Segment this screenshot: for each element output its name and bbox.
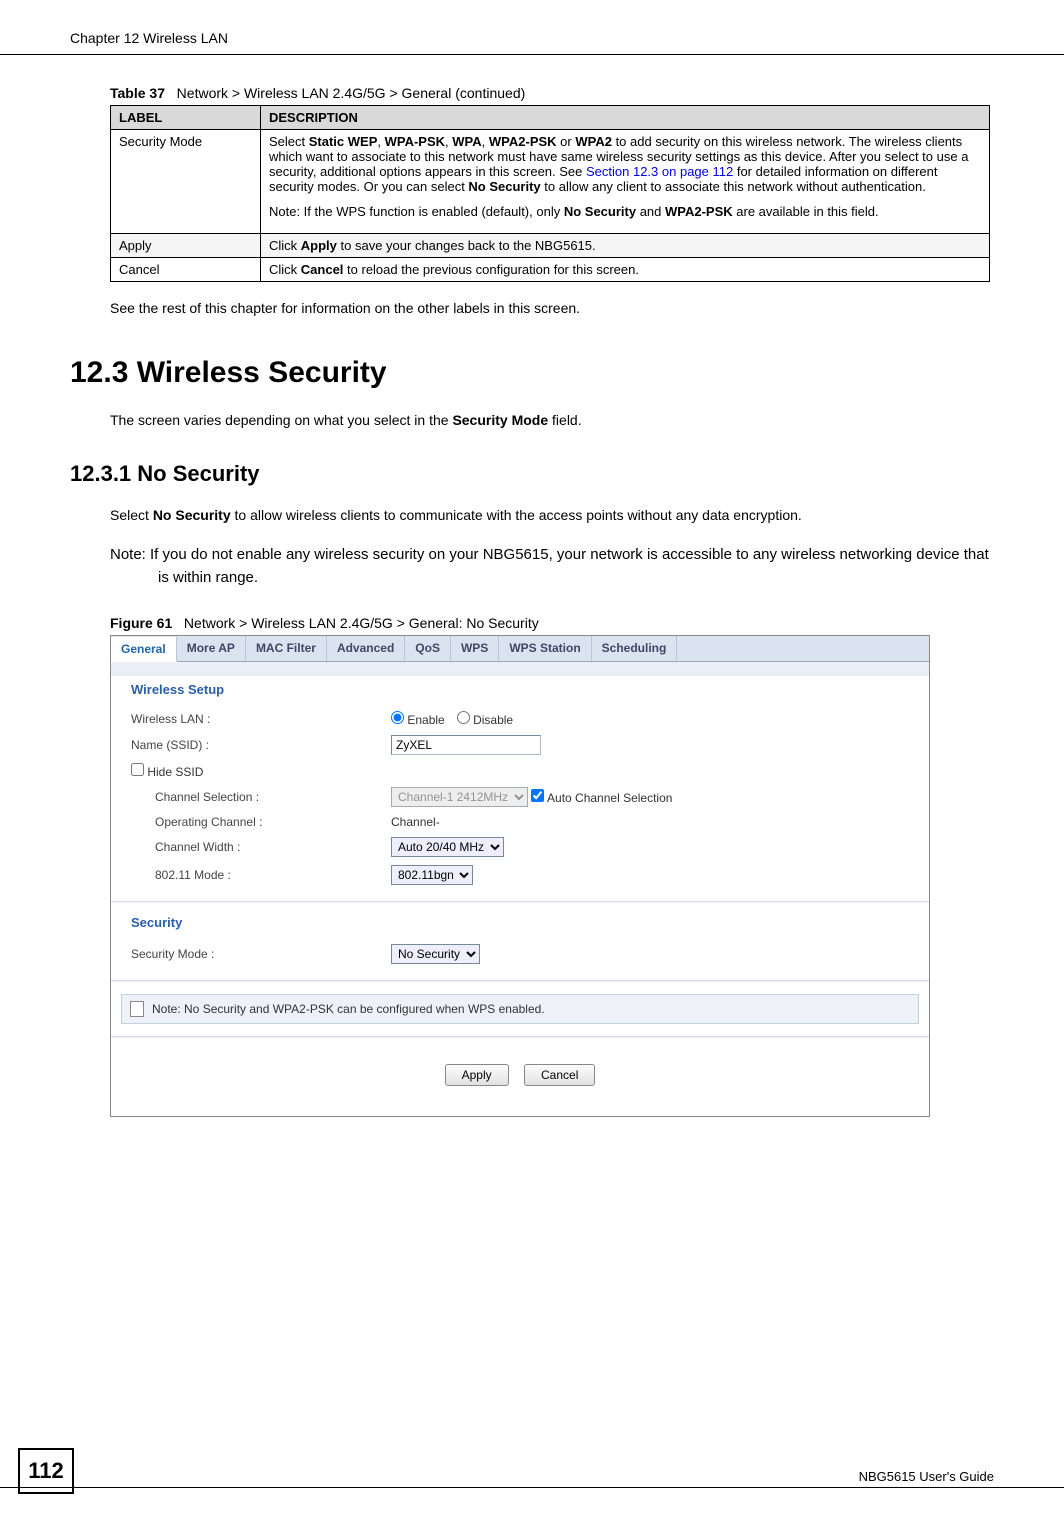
table-37: LABEL DESCRIPTION Security Mode Select S… bbox=[110, 105, 990, 282]
note-paragraph: Note: If you do not enable any wireless … bbox=[110, 544, 994, 589]
tab-mac-filter[interactable]: MAC Filter bbox=[246, 636, 327, 661]
table-row: Cancel Click Cancel to reload the previo… bbox=[111, 258, 990, 282]
auto-channel-checkbox[interactable]: Auto Channel Selection bbox=[531, 789, 672, 805]
apply-button[interactable]: Apply bbox=[445, 1064, 509, 1086]
subsection-para: Select No Security to allow wireless cli… bbox=[110, 505, 994, 526]
table-caption-prefix: Table 37 bbox=[110, 85, 165, 101]
wlan-label: Wireless LAN : bbox=[131, 712, 391, 726]
operating-channel-value: Channel- bbox=[391, 815, 440, 829]
divider bbox=[111, 901, 929, 903]
security-title: Security bbox=[131, 915, 909, 930]
cell-label: Security Mode bbox=[111, 130, 261, 234]
hide-ssid-input[interactable] bbox=[131, 763, 144, 776]
table-row: Apply Click Apply to save your changes b… bbox=[111, 234, 990, 258]
tab-bar: General More AP MAC Filter Advanced QoS … bbox=[111, 636, 929, 662]
cell-label: Apply bbox=[111, 234, 261, 258]
section-link[interactable]: Section 12.3 on page 112 bbox=[586, 164, 733, 179]
channel-width-label: Channel Width : bbox=[155, 840, 391, 854]
page-footer: 112 NBG5615 User's Guide bbox=[0, 1487, 1064, 1494]
guide-name: NBG5615 User's Guide bbox=[859, 1469, 994, 1484]
wireless-setup-title: Wireless Setup bbox=[131, 682, 909, 697]
tab-wps[interactable]: WPS bbox=[451, 636, 499, 661]
channel-selection-label: Channel Selection : bbox=[155, 790, 391, 804]
note-text: Note: No Security and WPA2-PSK can be co… bbox=[152, 1002, 545, 1016]
radio-disable[interactable]: Disable bbox=[457, 711, 513, 727]
chapter-title: Chapter 12 Wireless LAN bbox=[70, 30, 228, 46]
document-icon bbox=[130, 1001, 144, 1017]
figure-screenshot: General More AP MAC Filter Advanced QoS … bbox=[110, 635, 930, 1117]
radio-enable-input[interactable] bbox=[391, 711, 404, 724]
section-intro: The screen varies depending on what you … bbox=[110, 410, 994, 431]
radio-disable-input[interactable] bbox=[457, 711, 470, 724]
channel-selection-select: Channel-1 2412MHz bbox=[391, 787, 528, 807]
tab-more-ap[interactable]: More AP bbox=[177, 636, 246, 661]
divider bbox=[111, 980, 929, 982]
section-heading-12-3: 12.3 Wireless Security bbox=[70, 356, 994, 390]
cell-description: Select Static WEP, WPA-PSK, WPA, WPA2-PS… bbox=[261, 130, 990, 234]
col-header-description: DESCRIPTION bbox=[261, 106, 990, 130]
section-heading-12-3-1: 12.3.1 No Security bbox=[70, 461, 994, 487]
tab-qos[interactable]: QoS bbox=[405, 636, 451, 661]
divider bbox=[111, 1036, 929, 1038]
tab-general[interactable]: General bbox=[111, 637, 177, 662]
page-header: Chapter 12 Wireless LAN bbox=[0, 0, 1064, 55]
ssid-label: Name (SSID) : bbox=[131, 738, 391, 752]
security-mode-select[interactable]: No Security bbox=[391, 944, 480, 964]
table-caption: Table 37 Network > Wireless LAN 2.4G/5G … bbox=[110, 85, 994, 101]
channel-width-select[interactable]: Auto 20/40 MHz bbox=[391, 837, 504, 857]
figure-caption-text: Network > Wireless LAN 2.4G/5G > General… bbox=[184, 615, 539, 631]
col-header-label: LABEL bbox=[111, 106, 261, 130]
hide-ssid-checkbox[interactable]: Hide SSID bbox=[131, 763, 203, 779]
operating-channel-label: Operating Channel : bbox=[155, 815, 391, 829]
figure-caption: Figure 61 Network > Wireless LAN 2.4G/5G… bbox=[110, 615, 994, 631]
mode-80211-label: 802.11 Mode : bbox=[155, 868, 391, 882]
security-mode-label: Security Mode : bbox=[131, 947, 391, 961]
cell-description: Click Cancel to reload the previous conf… bbox=[261, 258, 990, 282]
table-row: Security Mode Select Static WEP, WPA-PSK… bbox=[111, 130, 990, 234]
mode-80211-select[interactable]: 802.11bgn bbox=[391, 865, 473, 885]
figure-caption-prefix: Figure 61 bbox=[110, 615, 172, 631]
cell-description: Click Apply to save your changes back to… bbox=[261, 234, 990, 258]
page-number: 112 bbox=[18, 1448, 74, 1494]
tab-wps-station[interactable]: WPS Station bbox=[499, 636, 591, 661]
note-box: Note: No Security and WPA2-PSK can be co… bbox=[121, 994, 919, 1024]
tab-scheduling[interactable]: Scheduling bbox=[592, 636, 678, 661]
table-caption-text: Network > Wireless LAN 2.4G/5G > General… bbox=[177, 85, 526, 101]
cell-label: Cancel bbox=[111, 258, 261, 282]
ssid-input[interactable] bbox=[391, 735, 541, 755]
tab-advanced[interactable]: Advanced bbox=[327, 636, 405, 661]
after-table-text: See the rest of this chapter for informa… bbox=[110, 300, 994, 316]
cancel-button[interactable]: Cancel bbox=[524, 1064, 595, 1086]
auto-channel-input[interactable] bbox=[531, 789, 544, 802]
radio-enable[interactable]: Enable bbox=[391, 711, 445, 727]
